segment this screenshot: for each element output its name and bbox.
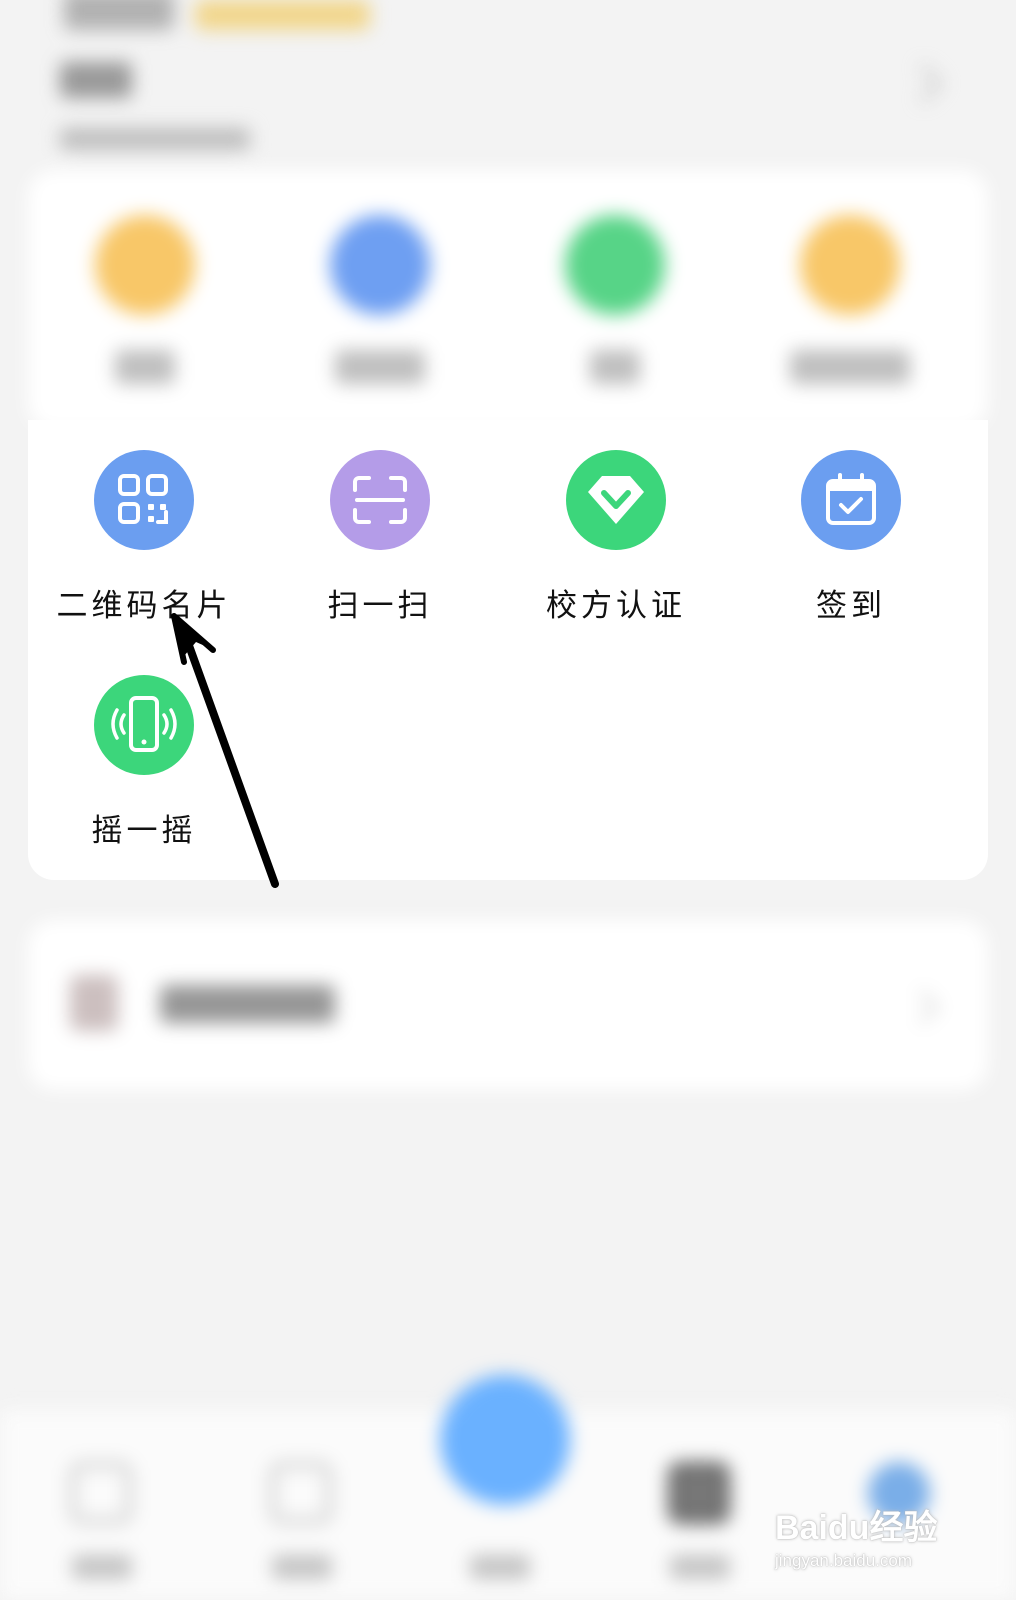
blurred-chevron-icon: [904, 64, 943, 103]
qr-code-icon: [94, 450, 194, 550]
qr-card-label: 二维码名片: [56, 588, 232, 624]
blurred-list-label: [160, 985, 335, 1023]
blurred-tab-icon: [270, 1462, 332, 1524]
feature-panel: 二维码名片 扫一扫 校方认证 签到 摇一摇: [28, 420, 988, 880]
watermark-brand: Baidu经验: [775, 1509, 938, 1547]
app-screen: 二维码名片 扫一扫 校方认证 签到 摇一摇 Baidu经验 jingyan.ba…: [0, 0, 1016, 1600]
blurred-tab-label: [670, 1555, 730, 1579]
blurred-list-icon: [70, 975, 118, 1031]
blurred-tab-label: [72, 1555, 132, 1579]
school-verify-label: 校方认证: [546, 588, 686, 624]
phone-shake-icon: [94, 675, 194, 775]
check-in-button[interactable]: 签到: [741, 450, 961, 625]
blurred-badge: [195, 0, 370, 30]
blurred-feature-label: [590, 350, 640, 384]
school-verify-button[interactable]: 校方认证: [506, 450, 726, 625]
shake-label: 摇一摇: [91, 813, 197, 849]
blurred-section-title: [60, 62, 132, 98]
qr-card-button[interactable]: 二维码名片: [34, 450, 254, 625]
blurred-feature-label: [790, 350, 910, 384]
check-in-label: 签到: [816, 588, 886, 624]
scan-button[interactable]: 扫一扫: [270, 450, 490, 625]
diamond-check-icon: [566, 450, 666, 550]
blurred-username: [64, 0, 174, 30]
blurred-tab-label: [470, 1555, 530, 1579]
blurred-feature-label: [335, 350, 425, 384]
blurred-feature-icon: [95, 215, 195, 315]
blurred-feature-icon: [565, 215, 665, 315]
blurred-tab-icon: [70, 1462, 132, 1524]
calendar-check-icon: [801, 450, 901, 550]
scan-label: 扫一扫: [327, 588, 433, 624]
baidu-watermark: Baidu经验 jingyan.baidu.com: [775, 1500, 937, 1571]
blurred-feature-icon: [330, 215, 430, 315]
watermark-url: jingyan.baidu.com: [775, 1551, 913, 1570]
blurred-feature-label: [115, 350, 175, 384]
blurred-feature-icon: [800, 215, 900, 315]
blurred-subtitle: [60, 128, 250, 150]
blurred-tab-label: [272, 1555, 332, 1579]
blurred-add-button: [440, 1375, 570, 1505]
scan-icon: [330, 450, 430, 550]
blurred-tab-icon: [668, 1462, 730, 1524]
shake-button[interactable]: 摇一摇: [34, 675, 254, 850]
